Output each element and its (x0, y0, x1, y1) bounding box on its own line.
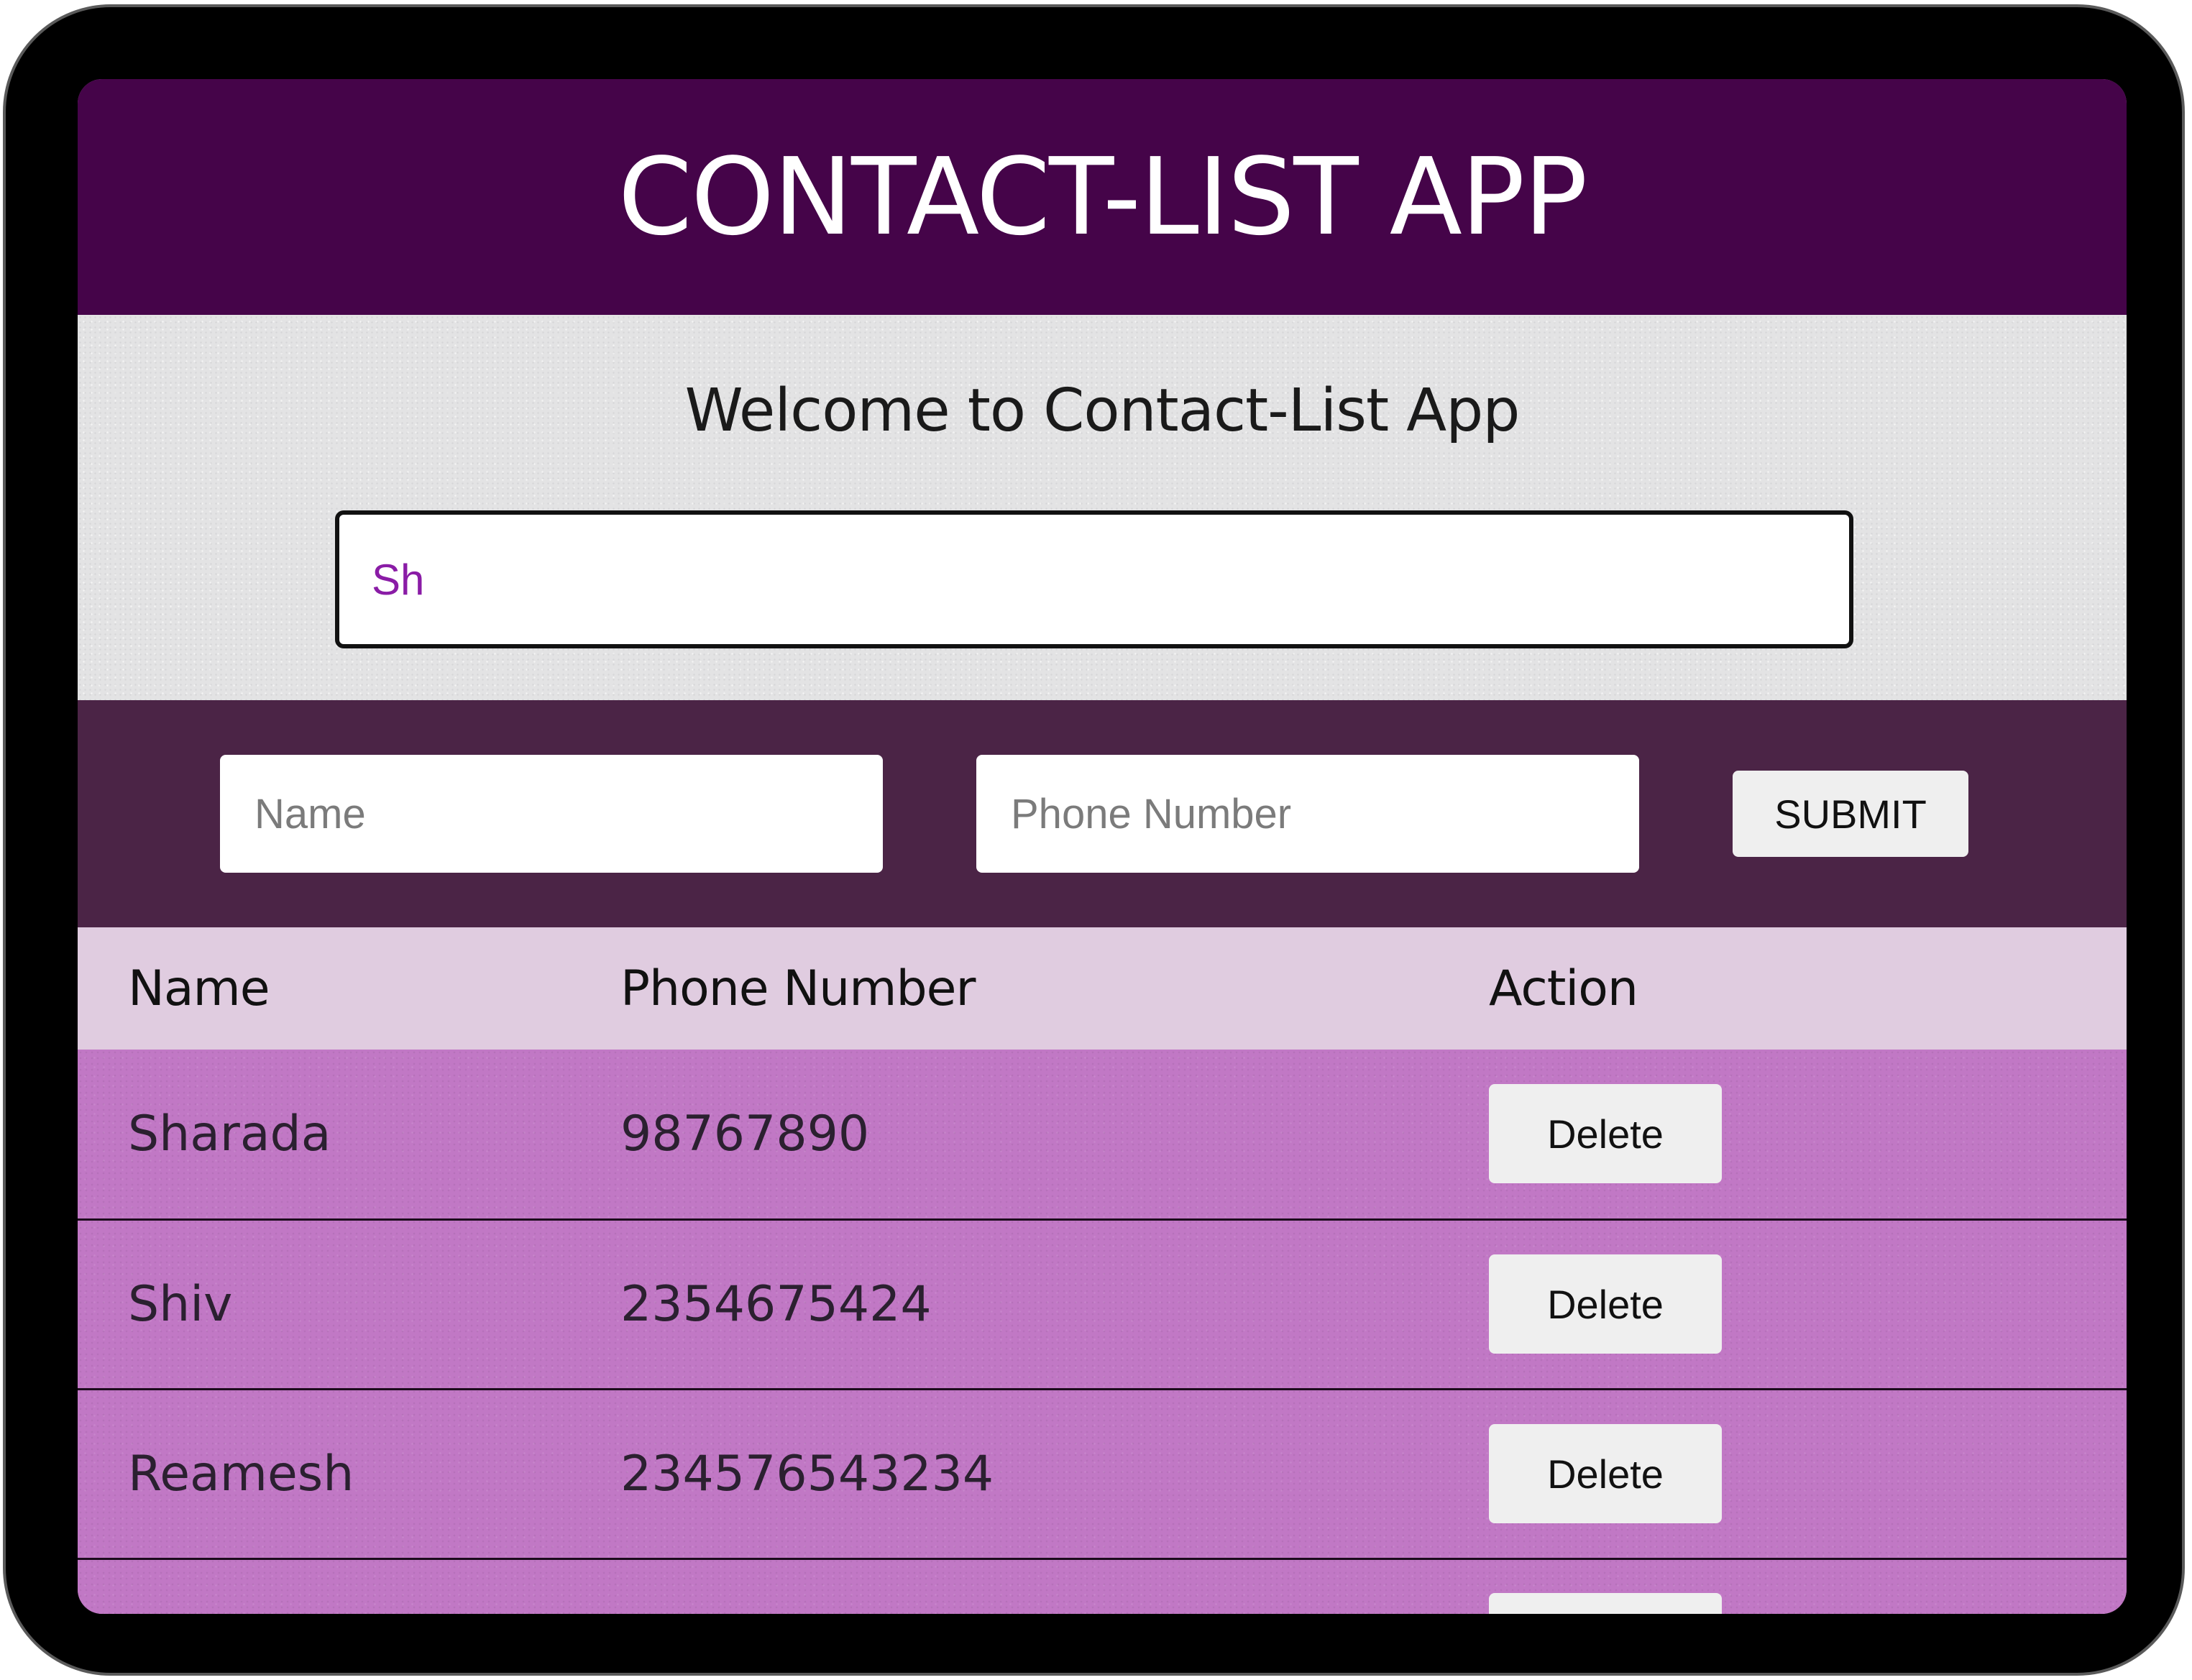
delete-button[interactable]: Delete (1489, 1084, 1722, 1184)
contact-phone: 98767890 (620, 1105, 870, 1162)
table-row: Sharada 98767890 Delete (78, 1050, 2127, 1219)
action-cell (1489, 1559, 2127, 1614)
app-title: CONTACT-LIST APP (618, 135, 1588, 259)
app-header: CONTACT-LIST APP (78, 79, 2127, 315)
column-header-action: Action (1489, 960, 1638, 1017)
contact-name: Shiv (128, 1275, 233, 1333)
tablet-frame: CONTACT-LIST APP Welcome to Contact-List… (3, 4, 2185, 1676)
contact-table: Name Phone Number Action Sharada 9876789… (78, 927, 2127, 1614)
app-screen: CONTACT-LIST APP Welcome to Contact-List… (78, 79, 2127, 1614)
submit-button[interactable]: SUBMIT (1733, 771, 1968, 857)
contact-name (78, 1559, 620, 1614)
phone-number-field[interactable] (976, 755, 1639, 873)
column-header-phone: Phone Number (620, 960, 976, 1017)
search-section: Welcome to Contact-List App (78, 315, 2127, 700)
delete-button[interactable]: Delete (1489, 1254, 1722, 1354)
action-cell: Delete (1489, 1389, 2127, 1559)
contact-name: Sharada (128, 1105, 331, 1162)
action-cell: Delete (1489, 1219, 2127, 1389)
contact-phone (620, 1559, 1489, 1614)
name-field[interactable] (220, 755, 883, 873)
add-contact-form: SUBMIT (78, 700, 2127, 927)
action-cell: Delete (1489, 1050, 2127, 1219)
table-row: Reamesh 234576543234 Delete (78, 1389, 2127, 1559)
table-row: Shiv 2354675424 Delete (78, 1219, 2127, 1389)
search-input[interactable] (335, 510, 1853, 648)
welcome-heading: Welcome to Contact-List App (684, 377, 1521, 445)
contact-name: Reamesh (128, 1445, 354, 1502)
table-body: Sharada 98767890 Delete Shiv 2354675424 … (78, 1050, 2127, 1614)
column-header-name: Name (128, 960, 270, 1017)
table-header: Name Phone Number Action (78, 927, 2127, 1050)
contact-phone: 2354675424 (620, 1275, 932, 1333)
table-header-row: Name Phone Number Action (78, 927, 2127, 1050)
delete-button[interactable]: Delete (1489, 1424, 1722, 1523)
delete-button-partial[interactable] (1489, 1592, 1722, 1614)
table-row-partial (78, 1559, 2127, 1614)
contact-phone: 234576543234 (620, 1445, 994, 1502)
